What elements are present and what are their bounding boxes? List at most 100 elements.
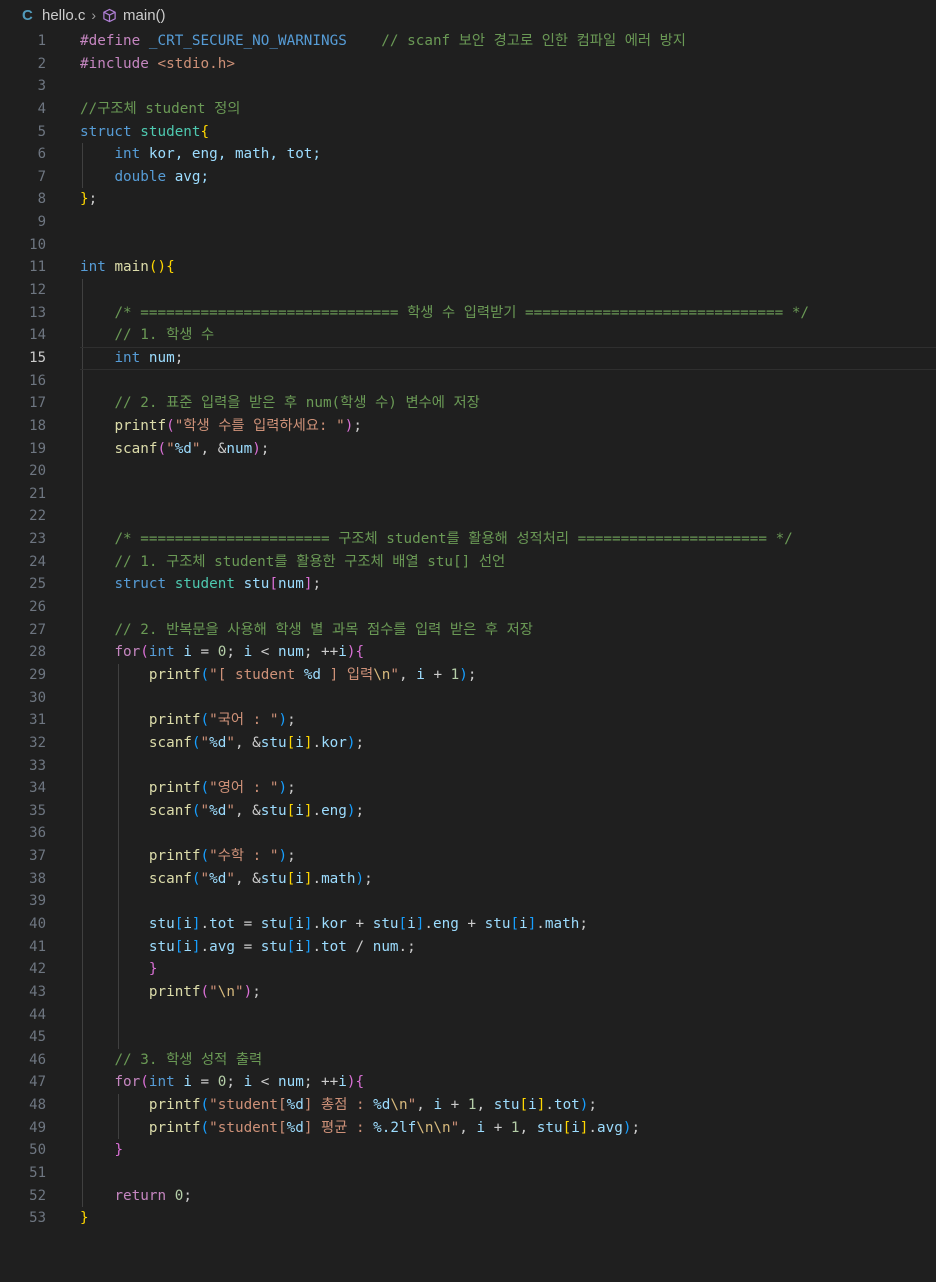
code-line[interactable]: 30 (0, 686, 936, 710)
code-line[interactable]: 53} (0, 1207, 936, 1230)
code-token: } (148, 961, 158, 978)
code-line[interactable]: 12 (0, 279, 936, 302)
code-line[interactable]: 20 (0, 460, 936, 483)
code-token: %.2lf (373, 1119, 417, 1136)
code-line[interactable]: 21 (0, 482, 936, 506)
code-line[interactable]: 36 (0, 822, 936, 846)
code-line[interactable]: 37 printf("수학 : "); (0, 845, 936, 868)
code-token: . (312, 938, 322, 955)
code-line[interactable]: 3 (0, 75, 936, 98)
code-line[interactable]: 47 for(int i = 0; i < num; ++i){ (0, 1071, 936, 1095)
line-number: 18 (29, 417, 46, 434)
code-line[interactable]: 43 printf("\n"); (0, 980, 936, 1004)
code-line[interactable]: 4 //구조체 student 정의 (0, 98, 936, 121)
line-number: 45 (29, 1029, 46, 1046)
code-line[interactable]: 26 (0, 596, 936, 619)
code-line[interactable]: 14 // 1. 학생 수 (0, 324, 936, 347)
code-token: printf (148, 1119, 201, 1136)
code-line[interactable]: 2 #include <stdio.h> (0, 53, 936, 76)
code-token: for (114, 1074, 141, 1091)
code-token: printf (148, 780, 201, 797)
breadcrumb-file[interactable]: hello.c (42, 7, 85, 24)
code-token: kor (321, 915, 347, 932)
code-line[interactable]: 10 (0, 234, 936, 257)
code-line[interactable]: 50 } (0, 1139, 936, 1163)
line-number: 2 (37, 55, 46, 72)
code-line[interactable]: 28 for(int i = 0; i < num; ++i){ (0, 641, 936, 664)
line-number: 19 (29, 440, 46, 457)
line-number: 38 (29, 870, 46, 887)
code-token: ; (631, 1119, 641, 1136)
code-line[interactable]: 49 printf("student[%d] 평균 : %.2lf\n\n", … (0, 1116, 936, 1140)
code-token: " (234, 983, 244, 1000)
code-text: printf("student[%d] 평균 : %.2lf\n\n", i +… (80, 1117, 640, 1140)
indent-guide (118, 754, 119, 778)
code-line[interactable]: 23 /* ====================== 구조체 student… (0, 528, 936, 551)
code-text: // 2. 표준 입력을 받은 후 num(학생 수) 변수에 저장 (80, 392, 479, 415)
code-line[interactable]: 52 return 0; (0, 1184, 936, 1208)
code-line[interactable]: 15 int num; (0, 346, 936, 370)
code-line[interactable]: 19 scanf("%d", &num); (0, 437, 936, 461)
code-line[interactable]: 11 int main(){ (0, 256, 936, 279)
code-line[interactable]: 13 /* ============================== 학생 … (0, 301, 936, 325)
code-token: %d (209, 802, 227, 819)
code-token: / (346, 938, 373, 955)
code-line[interactable]: 34 printf("영어 : "); (0, 777, 936, 800)
code-line[interactable]: 16 (0, 369, 936, 393)
code-line[interactable]: 42 } (0, 958, 936, 981)
code-line[interactable]: 22 (0, 505, 936, 529)
line-number: 21 (29, 485, 46, 502)
breadcrumb-symbol[interactable]: main() (123, 7, 166, 24)
code-line[interactable]: 51 (0, 1162, 936, 1185)
code-line[interactable]: 25 struct student stu[num]; (0, 573, 936, 597)
code-line[interactable]: 35 scanf("%d", &stu[i].eng); (0, 799, 936, 823)
code-line[interactable]: 31 printf("국어 : "); (0, 709, 936, 732)
code-line[interactable]: 38 scanf("%d", &stu[i].math); (0, 867, 936, 891)
code-line[interactable]: 33 (0, 754, 936, 778)
code-token: ( (140, 644, 149, 661)
code-token: < (252, 644, 279, 661)
code-line[interactable]: 27 // 2. 반복문을 사용해 학생 별 과목 점수를 입력 받은 후 저장 (0, 618, 936, 642)
line-number: 4 (37, 100, 46, 117)
code-line[interactable]: 32 scanf("%d", &stu[i].kor); (0, 731, 936, 755)
code-line[interactable]: 9 (0, 211, 936, 234)
code-line[interactable]: 17 // 2. 표준 입력을 받은 후 num(학생 수) 변수에 저장 (0, 392, 936, 415)
code-line[interactable]: 41 stu[i].avg = stu[i].tot / num.; (0, 935, 936, 959)
code-line[interactable]: 8}; (0, 188, 936, 211)
code-line[interactable]: 46 // 3. 학생 성적 출력 (0, 1048, 936, 1072)
code-line[interactable]: 40 stu[i].tot = stu[i].kor + stu[i].eng … (0, 912, 936, 936)
code-token: int (80, 259, 115, 276)
code-line[interactable]: 7 double avg; (0, 165, 936, 189)
line-number: 13 (29, 304, 46, 321)
code-line[interactable]: 48 printf("student[%d] 총점 : %d\n", i + 1… (0, 1094, 936, 1117)
code-token: ; (174, 349, 184, 366)
code-token: ) (243, 983, 253, 1000)
code-line[interactable]: 24 // 1. 구조체 student를 활용한 구조체 배열 stu[] 선… (0, 550, 936, 574)
code-line[interactable]: 1 #define _CRT_SECURE_NO_WARNINGS // scan… (0, 30, 936, 53)
code-token: " (200, 734, 210, 751)
line-number: 12 (29, 282, 46, 299)
code-text: struct student stu[num]; (80, 573, 321, 596)
code-editor[interactable]: 1 #define _CRT_SECURE_NO_WARNINGS // scan… (0, 30, 936, 1230)
code-text: struct student{ (80, 121, 209, 144)
code-line[interactable]: 6 int kor, eng, math, tot; (0, 143, 936, 166)
code-text: // 2. 반복문을 사용해 학생 별 과목 점수를 입력 받은 후 저장 (80, 619, 532, 642)
code-token: eng (432, 915, 459, 932)
code-token: ; ++ (303, 1074, 339, 1091)
code-line[interactable]: 18 printf("학생 수를 입력하세요: "); (0, 414, 936, 438)
code-token: %d (209, 734, 227, 751)
code-line[interactable]: 29 printf("[ student %d ] 입력\n", i + 1); (0, 663, 936, 687)
code-line[interactable]: 39 (0, 890, 936, 913)
code-line[interactable]: 45 (0, 1026, 936, 1049)
code-line[interactable]: 5 struct student{ (0, 121, 936, 144)
code-text: printf("\n"); (80, 981, 261, 1004)
code-line[interactable]: 44 (0, 1003, 936, 1027)
line-number: 26 (29, 599, 46, 616)
